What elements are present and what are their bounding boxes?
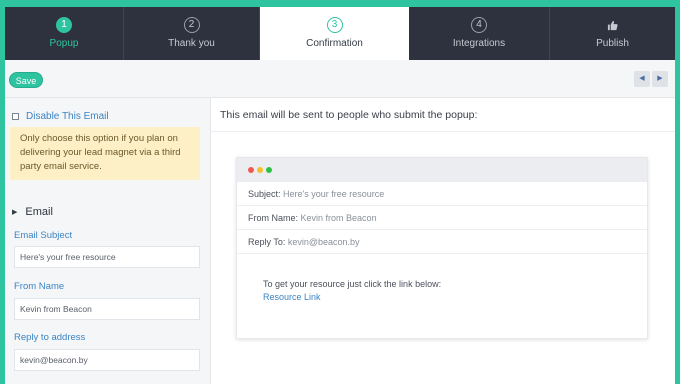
preview-subject-row: Subject: Here's your free resource [237, 182, 647, 206]
preview-body-text: To get your resource just click the link… [263, 279, 442, 289]
email-preview-card: Subject: Here's your free resource From … [236, 157, 648, 339]
window-close-dot [248, 167, 254, 173]
chevron-right-icon[interactable]: ▶ [652, 71, 668, 87]
section-title: Email [25, 206, 53, 218]
email-settings-panel: Disable This Email Only choose this opti… [5, 98, 211, 384]
tab-integrations[interactable]: 4 Integrations [409, 7, 550, 60]
step-number-badge: 4 [471, 17, 487, 33]
tab-popup[interactable]: 1 Popup [5, 7, 124, 60]
preview-reply-row: Reply To: kevin@beacon.by [237, 230, 647, 254]
step-number-badge: 2 [183, 17, 200, 33]
disable-email-checkbox[interactable] [12, 113, 19, 120]
step-tabs: 1 Popup 2 Thank you 3 Confirmation 4 Int… [5, 7, 675, 60]
disable-email-option[interactable]: Disable This Email [12, 111, 109, 122]
preview-reply-value: kevin@beacon.by [287, 237, 360, 247]
from-name-field[interactable] [14, 298, 200, 320]
thumbs-up-icon [605, 17, 621, 33]
tab-label: Thank you [168, 38, 215, 49]
preview-from-row: From Name: Kevin from Beacon [237, 206, 647, 230]
window-minimize-dot [257, 167, 263, 173]
resource-link[interactable]: Resource Link [263, 291, 647, 304]
email-subject-label: Email Subject [14, 230, 73, 241]
tab-confirmation[interactable]: 3 Confirmation [260, 7, 409, 60]
window-maximize-dot [266, 167, 272, 173]
tab-publish[interactable]: Publish [550, 7, 675, 60]
toolbar: Save ◀ ▶ [5, 60, 675, 98]
reply-address-label: Reply to address [14, 332, 86, 343]
reply-address-field[interactable] [14, 349, 200, 371]
preview-subject-value: Here's your free resource [283, 189, 385, 199]
preview-from-value: Kevin from Beacon [300, 213, 377, 223]
caret-right-icon: ▶ [12, 209, 18, 216]
tab-label: Popup [49, 38, 79, 49]
preview-description: This email will be sent to people who su… [211, 98, 675, 132]
tab-thank-you[interactable]: 2 Thank you [124, 7, 260, 60]
step-number-badge: 1 [56, 17, 72, 33]
preview-body: To get your resource just click the link… [237, 254, 647, 304]
app-frame: 1 Popup 2 Thank you 3 Confirmation 4 Int… [5, 7, 675, 384]
tab-label: Confirmation [306, 38, 363, 49]
email-subject-field[interactable] [14, 246, 200, 268]
email-preview-panel: This email will be sent to people who su… [211, 98, 675, 384]
window-bar [237, 158, 647, 182]
warning-note: Only choose this option if you plan on d… [10, 127, 200, 180]
disable-email-label[interactable]: Disable This Email [26, 111, 109, 122]
email-section-toggle[interactable]: ▶ Email [12, 206, 53, 218]
tab-label: Publish [596, 38, 629, 49]
step-number-badge: 3 [326, 17, 343, 33]
tab-label: Integrations [452, 38, 506, 49]
preview-subject-key: Subject: [248, 189, 281, 199]
preview-reply-key: Reply To: [248, 237, 286, 247]
chevron-left-icon[interactable]: ◀ [634, 71, 650, 87]
preview-from-key: From Name: [248, 213, 299, 223]
save-button[interactable]: Save [9, 72, 43, 88]
from-name-label: From Name [14, 281, 65, 292]
